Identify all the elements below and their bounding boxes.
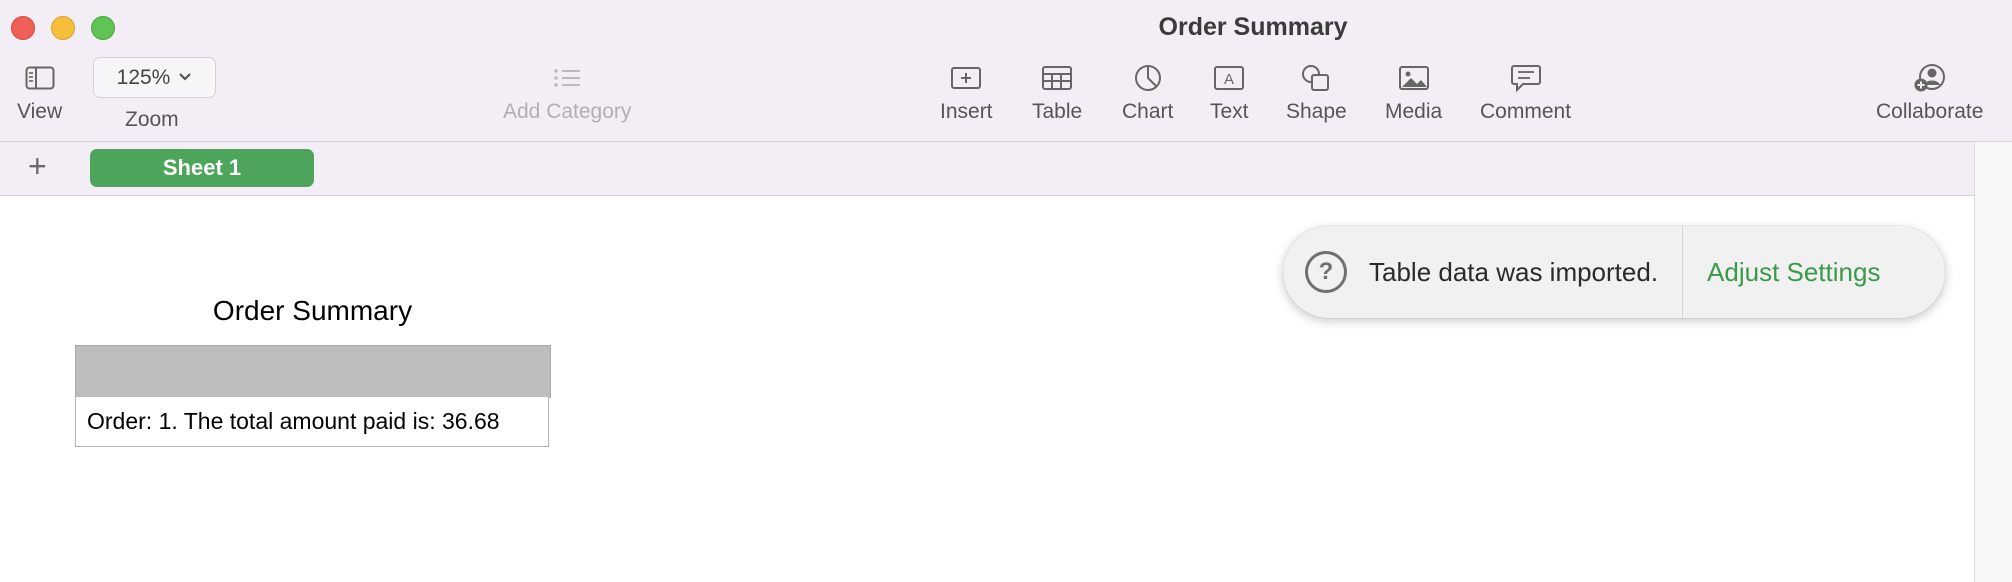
text-button[interactable]: A Text <box>1210 56 1249 124</box>
sheet-tab-bar: + Sheet 1 <box>0 142 1974 196</box>
list-icon <box>552 56 582 100</box>
text-label: Text <box>1210 100 1249 123</box>
add-category-label: Add Category <box>503 100 632 123</box>
comment-bubble-icon <box>1510 56 1542 100</box>
insert-icon <box>949 56 983 100</box>
table-icon <box>1041 56 1073 100</box>
window-title: Order Summary <box>1158 13 1348 41</box>
collaborate-button[interactable]: Collaborate <box>1876 56 1983 124</box>
chart-label: Chart <box>1122 100 1174 123</box>
numbers-window: Order Summary View 125% Zoom Add Categor… <box>0 0 2012 582</box>
svg-text:A: A <box>1224 71 1234 88</box>
media-button[interactable]: Media <box>1385 56 1442 124</box>
comment-button[interactable]: Comment <box>1480 56 1571 124</box>
chart-button[interactable]: Chart <box>1122 56 1173 124</box>
title-toolbar-area: Order Summary View 125% Zoom Add Categor… <box>0 0 2012 142</box>
add-sheet-button[interactable]: + <box>28 148 47 184</box>
table-cell[interactable]: Order: 1. The total amount paid is: 36.6… <box>75 397 549 447</box>
table-title: Order Summary <box>212 295 413 326</box>
close-window-button[interactable] <box>11 16 35 40</box>
sidebar-icon <box>25 56 55 100</box>
collaborate-icon <box>1913 56 1947 100</box>
text-box-icon: A <box>1213 56 1245 100</box>
pie-chart-icon <box>1133 56 1163 100</box>
media-label: Media <box>1385 100 1443 123</box>
notification-divider <box>1682 226 1684 318</box>
collaborate-label: Collaborate <box>1876 100 1984 123</box>
vertical-scroll-gutter[interactable] <box>1974 142 2012 582</box>
comment-label: Comment <box>1480 100 1572 123</box>
tab-sheet-1[interactable]: Sheet 1 <box>90 149 314 187</box>
zoom-value: 125% <box>116 65 171 89</box>
view-label: View <box>17 100 63 123</box>
shape-button[interactable]: Shape <box>1286 56 1347 124</box>
view-button[interactable]: View <box>17 56 62 124</box>
minimize-window-button[interactable] <box>51 16 75 40</box>
adjust-settings-button[interactable]: Adjust Settings <box>1707 257 1880 288</box>
shape-label: Shape <box>1286 100 1347 123</box>
zoom-dropdown[interactable]: 125% <box>93 57 216 98</box>
notification-message: Table data was imported. <box>1369 256 1659 287</box>
question-icon[interactable]: ? <box>1305 251 1347 293</box>
table-header-row[interactable] <box>75 345 551 398</box>
add-category-button[interactable]: Add Category <box>503 56 631 124</box>
maximize-window-button[interactable] <box>91 16 115 40</box>
table-button[interactable]: Table <box>1032 56 1082 124</box>
table-label: Table <box>1032 100 1083 123</box>
zoom-label: Zoom <box>125 108 179 131</box>
shapes-icon <box>1300 56 1332 100</box>
photo-icon <box>1398 56 1430 100</box>
insert-label: Insert <box>940 100 993 123</box>
chevron-down-icon <box>178 69 192 87</box>
insert-button[interactable]: Insert <box>940 56 993 124</box>
import-notification: ? Table data was imported. Adjust Settin… <box>1283 226 1945 318</box>
